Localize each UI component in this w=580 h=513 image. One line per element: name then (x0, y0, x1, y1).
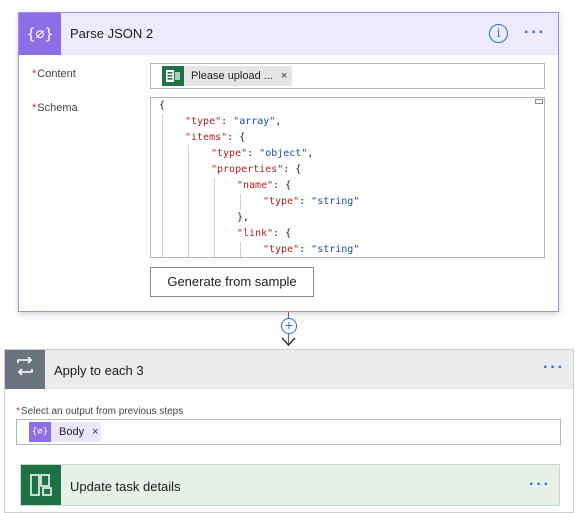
more-options-button[interactable]: ··· (529, 476, 551, 494)
planner-icon (21, 465, 61, 505)
code-token: "type" (263, 244, 300, 255)
output-label: *Select an output from previous steps (16, 406, 183, 417)
code-token: : (299, 196, 312, 207)
schema-code-line: "type": "array", (185, 114, 281, 130)
code-token: : { (227, 132, 246, 143)
parse-json-card[interactable]: {∅} Parse JSON 2 i ··· *Content Please u… (18, 12, 559, 312)
code-token: "items" (185, 132, 228, 143)
schema-code-line: "link": { (237, 226, 291, 242)
update-task-details-card[interactable]: Update task details ··· (20, 464, 560, 506)
loop-icon (5, 350, 45, 389)
required-marker: * (32, 68, 37, 80)
content-field[interactable]: Please upload ... × (150, 63, 545, 89)
code-token: : (247, 148, 260, 159)
code-token: : (221, 116, 234, 127)
code-token: "type" (185, 116, 222, 127)
required-marker: * (16, 406, 20, 417)
code-token: : { (283, 164, 302, 175)
schema-code-line: "properties": { (211, 162, 301, 178)
token-text: Body (59, 426, 85, 438)
code-token: "string" (311, 244, 360, 255)
action-title[interactable]: Update task details (70, 479, 181, 494)
dynamic-content-token[interactable]: {∅} Body × (29, 422, 101, 442)
scrollbar-thumb[interactable] (535, 99, 543, 104)
schema-code-line: "type": "string" (263, 242, 360, 257)
code-token: "properties" (211, 164, 284, 175)
remove-token-icon[interactable]: × (92, 426, 98, 438)
code-token: }, (237, 212, 250, 223)
code-token: : { (273, 228, 292, 239)
action-title[interactable]: Apply to each 3 (54, 363, 144, 378)
arrow-down-icon (281, 336, 296, 350)
schema-scrollbar[interactable] (535, 99, 543, 256)
add-step-icon[interactable]: + (281, 318, 297, 334)
code-token: "string" (311, 196, 360, 207)
schema-code-line: "name": { (237, 178, 291, 194)
token-text: Please upload ... (191, 70, 273, 82)
remove-token-icon[interactable]: × (281, 70, 287, 82)
code-token: "object" (259, 148, 308, 159)
code-token: "type" (263, 196, 300, 207)
code-token: : (299, 244, 312, 255)
indent-guide (214, 178, 215, 257)
parse-json-icon: {∅} (19, 13, 61, 55)
code-token: { (159, 100, 166, 111)
generate-from-sample-button[interactable]: Generate from sample (150, 267, 314, 297)
schema-label: *Schema (32, 102, 78, 114)
code-token: "type" (211, 148, 248, 159)
indent-guide (240, 194, 241, 210)
more-options-button[interactable]: ··· (524, 24, 546, 42)
schema-code-line: "items": { (185, 130, 245, 146)
parse-json-header[interactable]: {∅} Parse JSON 2 i ··· (19, 13, 558, 55)
schema-editor[interactable]: {"type": "array", "items": {"type": "obje… (150, 97, 545, 258)
schema-label-text: Schema (37, 102, 78, 114)
output-label-text: Select an output from previous steps (20, 406, 184, 417)
excel-forms-icon (162, 66, 184, 86)
required-marker: * (32, 102, 37, 114)
code-token: , (307, 148, 314, 159)
code-token: "array" (233, 116, 276, 127)
indent-guide (162, 114, 163, 257)
schema-code-line: "type": "object", (211, 146, 313, 162)
schema-code-line: }, (237, 210, 249, 226)
content-label-text: Content (37, 68, 76, 80)
info-icon[interactable]: i (489, 24, 508, 43)
apply-to-each-header[interactable]: Apply to each 3 ··· (5, 350, 573, 389)
apply-to-each-card[interactable]: Apply to each 3 ··· *Select an output fr… (4, 349, 574, 513)
code-token: "link" (237, 228, 274, 239)
more-options-button[interactable]: ··· (543, 359, 565, 377)
parse-json-icon: {∅} (29, 422, 51, 442)
indent-guide (240, 242, 241, 257)
output-field[interactable]: {∅} Body × (16, 419, 561, 445)
schema-code-line: "type": "string" (263, 194, 359, 210)
code-token: , (275, 116, 282, 127)
indent-guide (188, 146, 189, 257)
code-token: : { (273, 180, 292, 191)
content-label: *Content (32, 68, 76, 80)
schema-code-line: { (159, 98, 165, 114)
dynamic-content-token[interactable]: Please upload ... × (162, 66, 292, 86)
action-title[interactable]: Parse JSON 2 (70, 26, 153, 41)
code-token: "name" (237, 180, 274, 191)
